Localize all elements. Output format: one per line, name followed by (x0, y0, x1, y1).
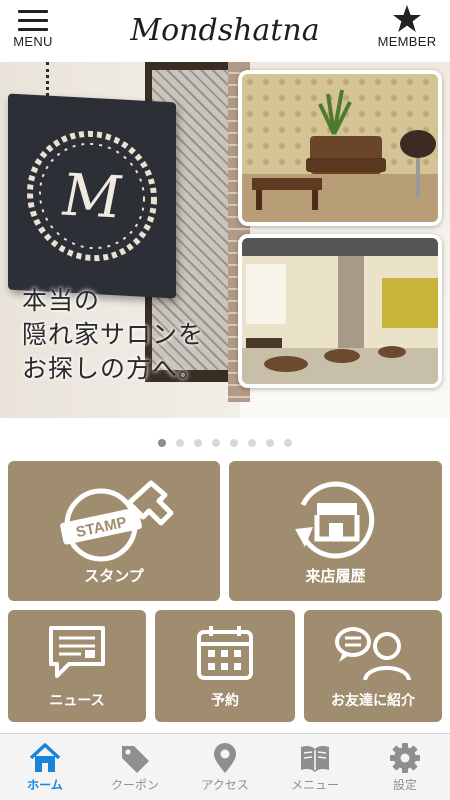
reservation-label: 予約 (211, 693, 239, 709)
stamp-label: スタンプ (84, 567, 144, 585)
menu-label: MENU (13, 34, 53, 49)
carousel-pagination (0, 432, 450, 447)
hero-line-3: お探しの方へ。 (22, 354, 205, 383)
stamp-icon: STAMP (60, 480, 174, 562)
location-pin-icon (214, 743, 236, 773)
hanging-sign: M (8, 93, 176, 299)
tab-access[interactable]: アクセス (180, 734, 270, 800)
carousel-dot[interactable] (176, 439, 184, 447)
salon-interior-photo (238, 234, 442, 388)
tab-home[interactable]: ホーム (0, 734, 90, 800)
visit-history-label: 来店履歴 (305, 567, 366, 585)
tab-settings[interactable]: 設定 (360, 734, 450, 800)
home-icon (29, 743, 61, 772)
tab-menu-label: メニュー (290, 778, 339, 792)
tab-home-label: ホーム (27, 778, 63, 792)
message-icon (49, 626, 105, 678)
hero-line-2: 隠れ家サロンを (22, 320, 205, 349)
news-tile[interactable]: ニュース (8, 610, 146, 722)
sign-letter: M (61, 160, 123, 231)
carousel-dot[interactable] (266, 439, 274, 447)
coupon-tag-icon (122, 746, 149, 773)
storefront-history-icon (295, 481, 375, 559)
carousel-dot[interactable] (230, 439, 238, 447)
member-label: MEMBER (377, 34, 437, 49)
member-button[interactable]: MEMBER (374, 4, 440, 58)
refer-friend-label: お友達に紹介 (331, 693, 415, 709)
tab-menu[interactable]: メニュー (270, 734, 360, 800)
reservation-tile[interactable]: 予約 (155, 610, 295, 722)
news-label: ニュース (49, 693, 105, 709)
hero-carousel[interactable]: M 本当の 隠れ家サロンを お探しの方へ。 (0, 62, 450, 418)
carousel-dot[interactable] (284, 439, 292, 447)
hamburger-icon (18, 10, 48, 34)
refer-friend-tile[interactable]: お友達に紹介 (304, 610, 442, 722)
brand-logo: Mondshatna (130, 13, 320, 48)
menu-book-icon (301, 745, 329, 772)
tab-settings-label: 設定 (392, 778, 417, 792)
visit-history-tile[interactable]: 来店履歴 (229, 461, 442, 601)
header-bar: MENU Mondshatna MEMBER (0, 0, 450, 62)
salon-lounge-photo (238, 70, 442, 226)
gear-icon (390, 743, 420, 773)
app-screen: MENU Mondshatna MEMBER M 本当の 隠れ家サロンを お探し… (0, 0, 450, 800)
tab-access-label: アクセス (201, 778, 249, 792)
carousel-dot[interactable] (248, 439, 256, 447)
hero-line-1: 本当の (22, 286, 101, 315)
carousel-dot[interactable] (212, 439, 220, 447)
calendar-icon (197, 626, 253, 680)
stamp-tile[interactable]: STAMP スタンプ (8, 461, 220, 601)
tab-coupon-label: クーポン (110, 778, 159, 792)
carousel-dot[interactable] (158, 439, 166, 447)
tab-coupon[interactable]: クーポン (90, 734, 180, 800)
carousel-dot[interactable] (194, 439, 202, 447)
bottom-tab-bar: ホーム クーポン アクセス メニュー 設定 (0, 733, 450, 800)
star-icon (393, 5, 421, 32)
refer-friend-icon (335, 627, 411, 681)
menu-button[interactable]: MENU (8, 6, 58, 58)
hero-catchphrase: 本当の 隠れ家サロンを お探しの方へ。 (22, 284, 204, 386)
laurel-wreath-logo: M (27, 130, 157, 262)
